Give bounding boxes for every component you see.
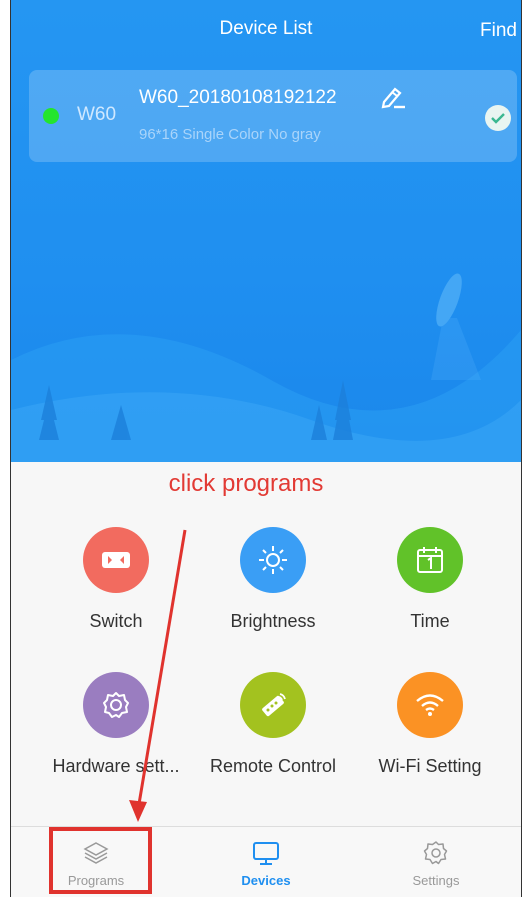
tab-devices-label: Devices xyxy=(241,873,291,888)
gear-icon xyxy=(423,841,448,865)
time-label: Time xyxy=(410,611,450,631)
tab-settings[interactable]: Settings xyxy=(351,827,521,897)
remote-control-button[interactable]: Remote Control xyxy=(203,672,343,777)
wifi-setting-label: Wi-Fi Setting xyxy=(378,756,482,776)
brightness-label: Brightness xyxy=(230,611,316,631)
device-spec: 96*16 Single Color No gray xyxy=(139,126,321,143)
hardware-settings-label: Hardware sett... xyxy=(52,756,180,776)
brightness-icon xyxy=(240,527,306,593)
switch-icon xyxy=(83,527,149,593)
checkmark-icon xyxy=(485,105,511,131)
switch-button[interactable]: Switch xyxy=(46,527,186,632)
annotation-highlight-box xyxy=(49,827,152,894)
annotation-text: click programs xyxy=(168,470,324,497)
remote-control-label: Remote Control xyxy=(209,756,337,776)
time-button[interactable]: Time xyxy=(360,527,500,632)
remote-icon xyxy=(240,672,306,738)
calendar-icon xyxy=(397,527,463,593)
wifi-icon xyxy=(397,672,463,738)
monitor-icon xyxy=(253,842,279,865)
online-status-dot xyxy=(43,108,59,124)
app-screen: Device List Find W60 W60_20180108192122 … xyxy=(10,0,522,897)
device-model-label: W60 xyxy=(77,104,117,125)
hardware-settings-button[interactable]: Hardware sett... xyxy=(46,672,186,777)
pencil-icon[interactable] xyxy=(379,84,407,110)
wifi-setting-button[interactable]: Wi-Fi Setting xyxy=(360,672,500,777)
switch-label: Switch xyxy=(89,611,143,631)
device-list-header: Device List Find W60 W60_20180108192122 … xyxy=(11,0,521,462)
device-card[interactable]: W60 W60_20180108192122 96*16 Single Colo… xyxy=(29,70,517,162)
tab-settings-label: Settings xyxy=(412,873,460,888)
page-title: Device List xyxy=(219,18,313,39)
gear-icon xyxy=(83,672,149,738)
brightness-button[interactable]: Brightness xyxy=(203,527,343,632)
find-button[interactable]: Find xyxy=(480,20,517,42)
tab-devices[interactable]: Devices xyxy=(181,827,351,897)
device-name: W60_20180108192122 xyxy=(139,87,337,108)
